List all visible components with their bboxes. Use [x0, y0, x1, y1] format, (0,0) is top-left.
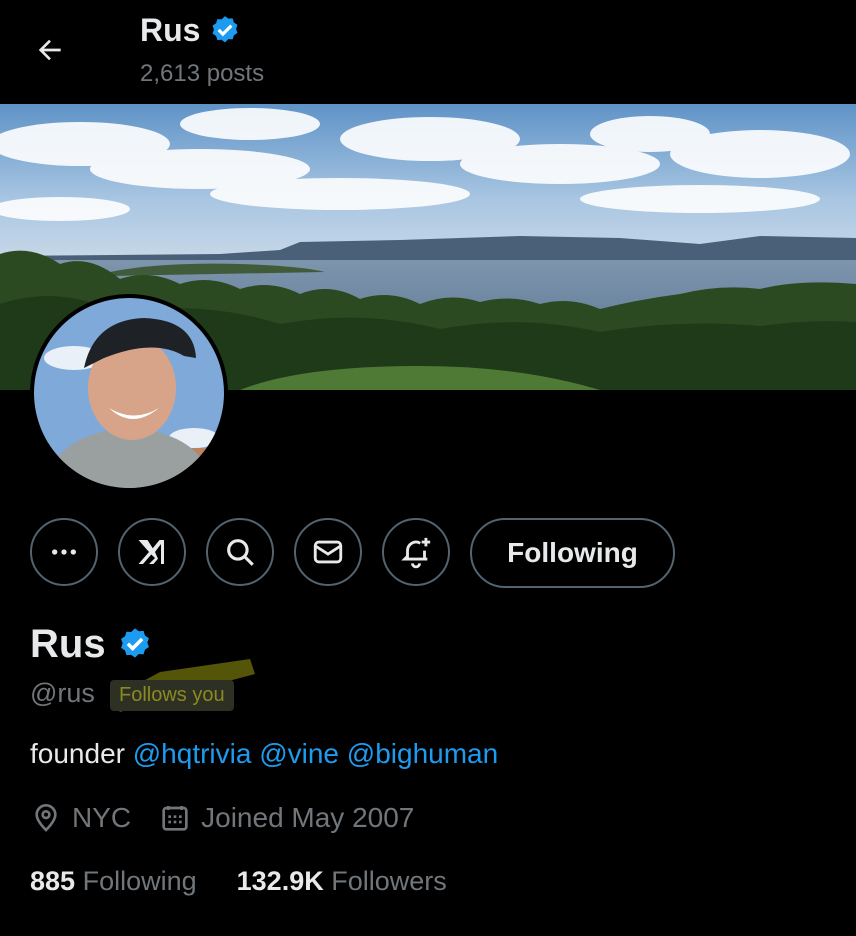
followers-stat[interactable]: 132.9K Followers [237, 866, 447, 897]
following-count: 885 [30, 866, 76, 896]
arrow-left-icon [38, 39, 61, 61]
calendar-icon [162, 806, 188, 831]
bell-plus-icon [401, 537, 431, 569]
location-pin-icon [35, 804, 57, 832]
following-button-label: Following [507, 537, 638, 568]
mention-bighuman[interactable]: @bighuman [347, 738, 498, 769]
verified-badge-icon [212, 15, 238, 42]
mention-vine[interactable]: @vine [259, 738, 339, 769]
message-button[interactable] [294, 518, 362, 586]
grok-icon [138, 540, 164, 564]
header-name: Rus [140, 12, 201, 48]
following-stat-label: Following [82, 866, 197, 896]
location-text: NYC [72, 802, 132, 833]
following-stat[interactable]: 885 Following [30, 866, 197, 897]
following-button[interactable]: Following [470, 518, 675, 588]
more-button[interactable] [30, 518, 98, 586]
user-handle: @rus [30, 678, 95, 708]
back-button[interactable] [28, 30, 72, 70]
join-date: Joined May 2007 [159, 802, 414, 834]
follows-you-badge: Follows you [110, 680, 234, 711]
follow-stats: 885 Following 132.9K Followers [30, 866, 447, 897]
notify-button[interactable] [382, 518, 450, 586]
profile-meta: NYC Joined May 2007 [30, 802, 442, 834]
avatar[interactable] [30, 294, 228, 492]
envelope-icon [313, 540, 343, 564]
location: NYC [30, 802, 131, 834]
display-name: Rus [30, 622, 106, 666]
search-icon [227, 539, 254, 566]
grok-button[interactable] [118, 518, 186, 586]
bio-text: founder [30, 738, 125, 769]
post-count: 2,613 posts [140, 60, 265, 87]
followers-count: 132.9K [236, 866, 324, 896]
header-title: Rus [140, 12, 242, 49]
bio: founder @hqtrivia @vine @bighuman [30, 738, 498, 770]
more-icon [52, 549, 76, 555]
search-button[interactable] [206, 518, 274, 586]
mention-hqtrivia[interactable]: @hqtrivia [133, 738, 252, 769]
followers-stat-label: Followers [331, 866, 447, 896]
join-date-text: Joined May 2007 [201, 802, 415, 833]
